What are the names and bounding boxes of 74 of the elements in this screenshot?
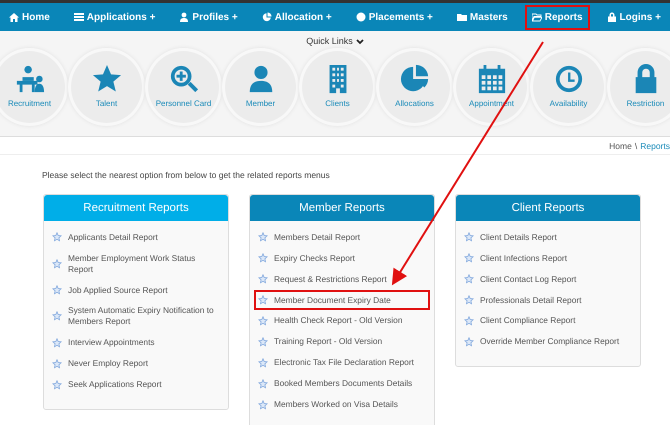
quick-links-title[interactable]: Quick Links (306, 34, 353, 48)
star-icon (92, 64, 122, 94)
calendar-icon (476, 64, 506, 94)
report-link[interactable]: Booked Members Documents Details (254, 373, 430, 394)
pie-chart-icon (400, 64, 430, 94)
nav-link[interactable]: Placements + (348, 4, 440, 30)
star-icon (464, 232, 474, 242)
folder-icon (456, 12, 467, 22)
zoom-in-icon (168, 64, 198, 94)
report-link[interactable]: Never Employ Report (48, 353, 224, 374)
desk-person-icon (14, 64, 44, 94)
report-link[interactable]: Override Member Compliance Report (460, 331, 636, 352)
star-icon (258, 253, 268, 264)
nav-link[interactable]: Applications + (66, 4, 162, 30)
report-link[interactable]: Member Employment Work Status Report (48, 248, 224, 280)
card-header: Client Reports (456, 194, 640, 221)
lock-icon (606, 12, 617, 22)
chevron-icon (356, 38, 364, 44)
star-icon (52, 380, 62, 390)
breadcrumb-link[interactable]: Reports (640, 140, 670, 154)
user-icon (179, 12, 190, 22)
report-link[interactable]: Health Check Report - Old Version (254, 310, 430, 332)
nav-link[interactable]: Logins + (600, 4, 668, 30)
folder-icon (532, 12, 542, 22)
report-link[interactable]: Interview Appointments (48, 332, 224, 354)
star-icon (464, 316, 474, 326)
report-link[interactable]: Client Contact Log Report (460, 268, 636, 290)
report-link[interactable]: Member Document Expiry Date (254, 290, 430, 310)
home-icon (9, 12, 19, 22)
report-link[interactable]: Job Applied Source Report (48, 280, 224, 300)
report-link[interactable]: Client Details Report (460, 226, 636, 248)
star-icon (464, 253, 474, 264)
report-link[interactable]: Request & Restrictions Report (254, 268, 430, 290)
report-link[interactable]: Seek Applications Report (48, 374, 224, 396)
star-icon (52, 232, 62, 242)
nav-link[interactable]: Home (2, 4, 57, 30)
card-header: Recruitment Reports (44, 194, 228, 221)
star-icon (52, 284, 62, 295)
star-icon (258, 358, 268, 368)
star-icon (258, 400, 268, 410)
card-header: Member Reports (250, 194, 434, 221)
report-link[interactable]: Professionals Detail Report (460, 290, 636, 310)
star-icon (52, 358, 62, 369)
breadcrumb-separator: \ (634, 140, 638, 153)
report-link[interactable]: Client Infections Report (460, 248, 636, 269)
report-link[interactable]: Members Detail Report (254, 226, 430, 248)
nav-link[interactable]: Allocation + (254, 4, 339, 30)
list-icon (74, 12, 84, 22)
nav-link[interactable]: Masters (450, 4, 515, 30)
star-icon (258, 274, 268, 284)
report-link[interactable]: Expiry Checks Report (254, 248, 430, 269)
star-icon (52, 258, 62, 269)
report-link[interactable]: Applicants Detail Report (48, 226, 224, 248)
star-icon (258, 378, 268, 389)
report-link[interactable]: System Automatic Expiry Notification to Members Report (48, 300, 224, 332)
report-link[interactable]: Members Worked on Visa Details (254, 394, 430, 416)
report-link[interactable]: Training Report - Old Version (254, 331, 430, 352)
report-link[interactable]: Electronic Tax File Declaration Report (254, 352, 430, 374)
star-icon (464, 274, 474, 284)
report-link[interactable]: Client Compliance Report (460, 310, 636, 332)
star-icon (52, 338, 62, 348)
star-icon (464, 294, 474, 305)
star-icon (258, 316, 268, 326)
star-icon (464, 336, 474, 347)
nav-link[interactable]: Profiles + (172, 4, 245, 30)
star-icon (258, 336, 268, 347)
star-icon (258, 294, 268, 305)
intro-text: Please select the nearest option from below to get the related reports menus (42, 169, 331, 182)
clock-icon (554, 64, 584, 94)
nav-link[interactable]: Reports (524, 4, 590, 30)
pie-chart-icon (262, 12, 272, 22)
breadcrumb-link[interactable]: Home (609, 140, 632, 154)
star-icon (52, 311, 62, 322)
star-icon (258, 232, 268, 242)
